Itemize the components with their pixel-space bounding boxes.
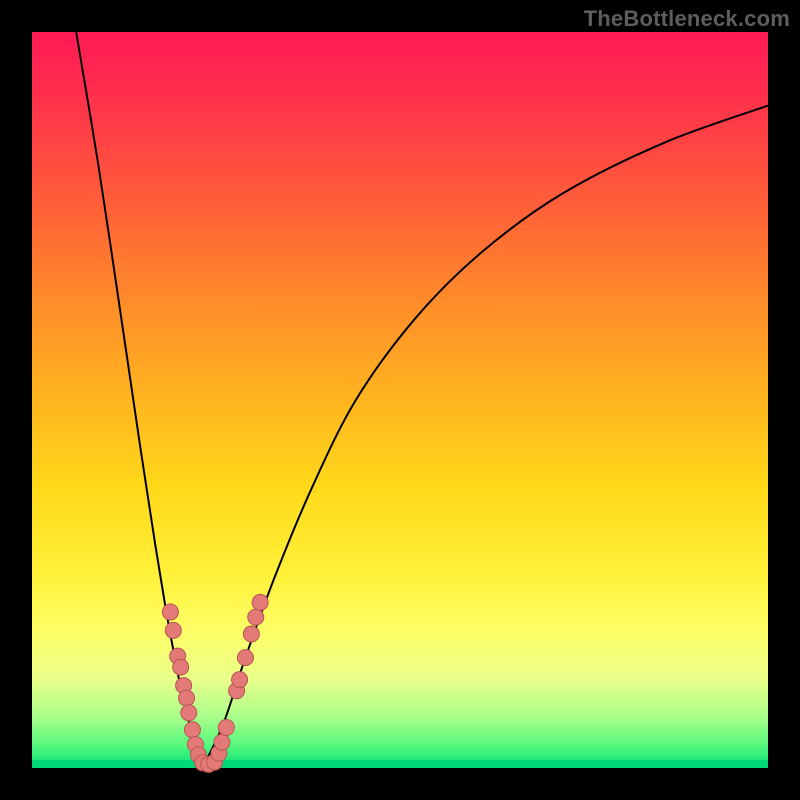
data-marker — [237, 650, 253, 666]
data-marker — [252, 594, 268, 610]
plot-area — [32, 32, 768, 768]
data-marker — [232, 672, 248, 688]
data-marker — [179, 690, 195, 706]
watermark-text: TheBottleneck.com — [584, 6, 790, 32]
data-marker — [173, 659, 189, 675]
data-marker — [248, 609, 264, 625]
data-marker — [181, 705, 197, 721]
data-marker — [243, 626, 259, 642]
data-marker — [184, 722, 200, 738]
curve-right-branch — [204, 106, 768, 765]
chart-svg — [32, 32, 768, 768]
data-markers — [162, 594, 268, 772]
data-marker — [162, 604, 178, 620]
data-marker — [165, 622, 181, 638]
chart-frame: TheBottleneck.com — [0, 0, 800, 800]
data-marker — [214, 734, 230, 750]
data-marker — [218, 720, 234, 736]
